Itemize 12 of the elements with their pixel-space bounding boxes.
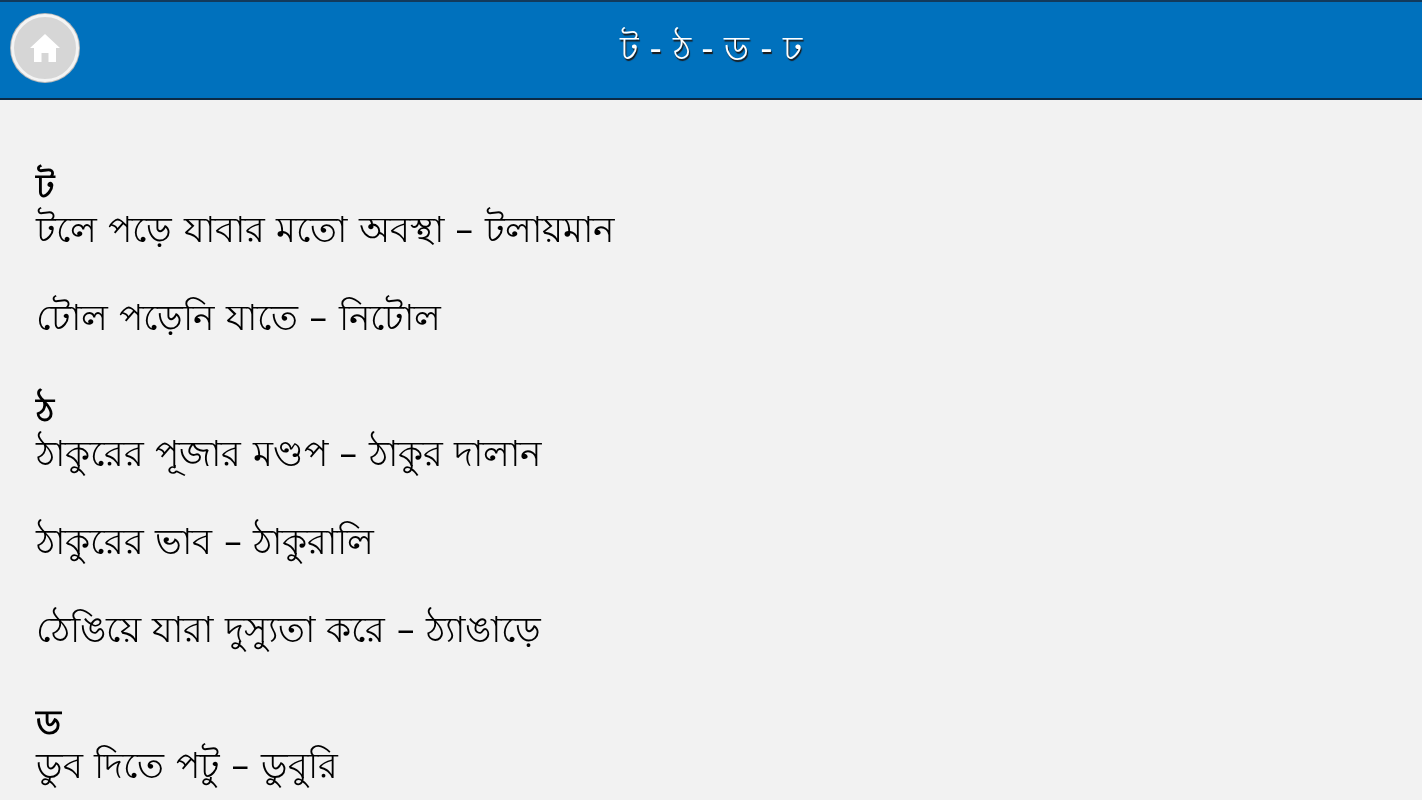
word-entry: ডুব দিতে পটু – ডুবুরি <box>36 744 340 788</box>
word-entry: ঠাকুরের ভাব – ঠাকুরালি <box>36 520 376 564</box>
word-entry: টলে পড়ে যাবার মতো অবস্থা – টলায়মান <box>36 208 616 252</box>
word-entry: টোল পড়েনি যাতে – নিটোল <box>36 296 443 340</box>
letter-heading: ড <box>36 701 63 744</box>
letter-heading: ঠ <box>36 388 56 431</box>
home-button[interactable] <box>11 14 79 82</box>
word-entry: ঠেঙিয়ে যারা দুস্যুতা করে – ঠ্যাঙাড়ে <box>36 608 543 652</box>
word-entry: ঠাকুরের পূজার মণ্ডপ – ঠাকুর দালান <box>36 432 543 476</box>
house-icon <box>29 33 61 63</box>
page-title: ট - ঠ - ড - ঢ <box>619 26 803 70</box>
letter-heading: ট <box>36 164 57 207</box>
